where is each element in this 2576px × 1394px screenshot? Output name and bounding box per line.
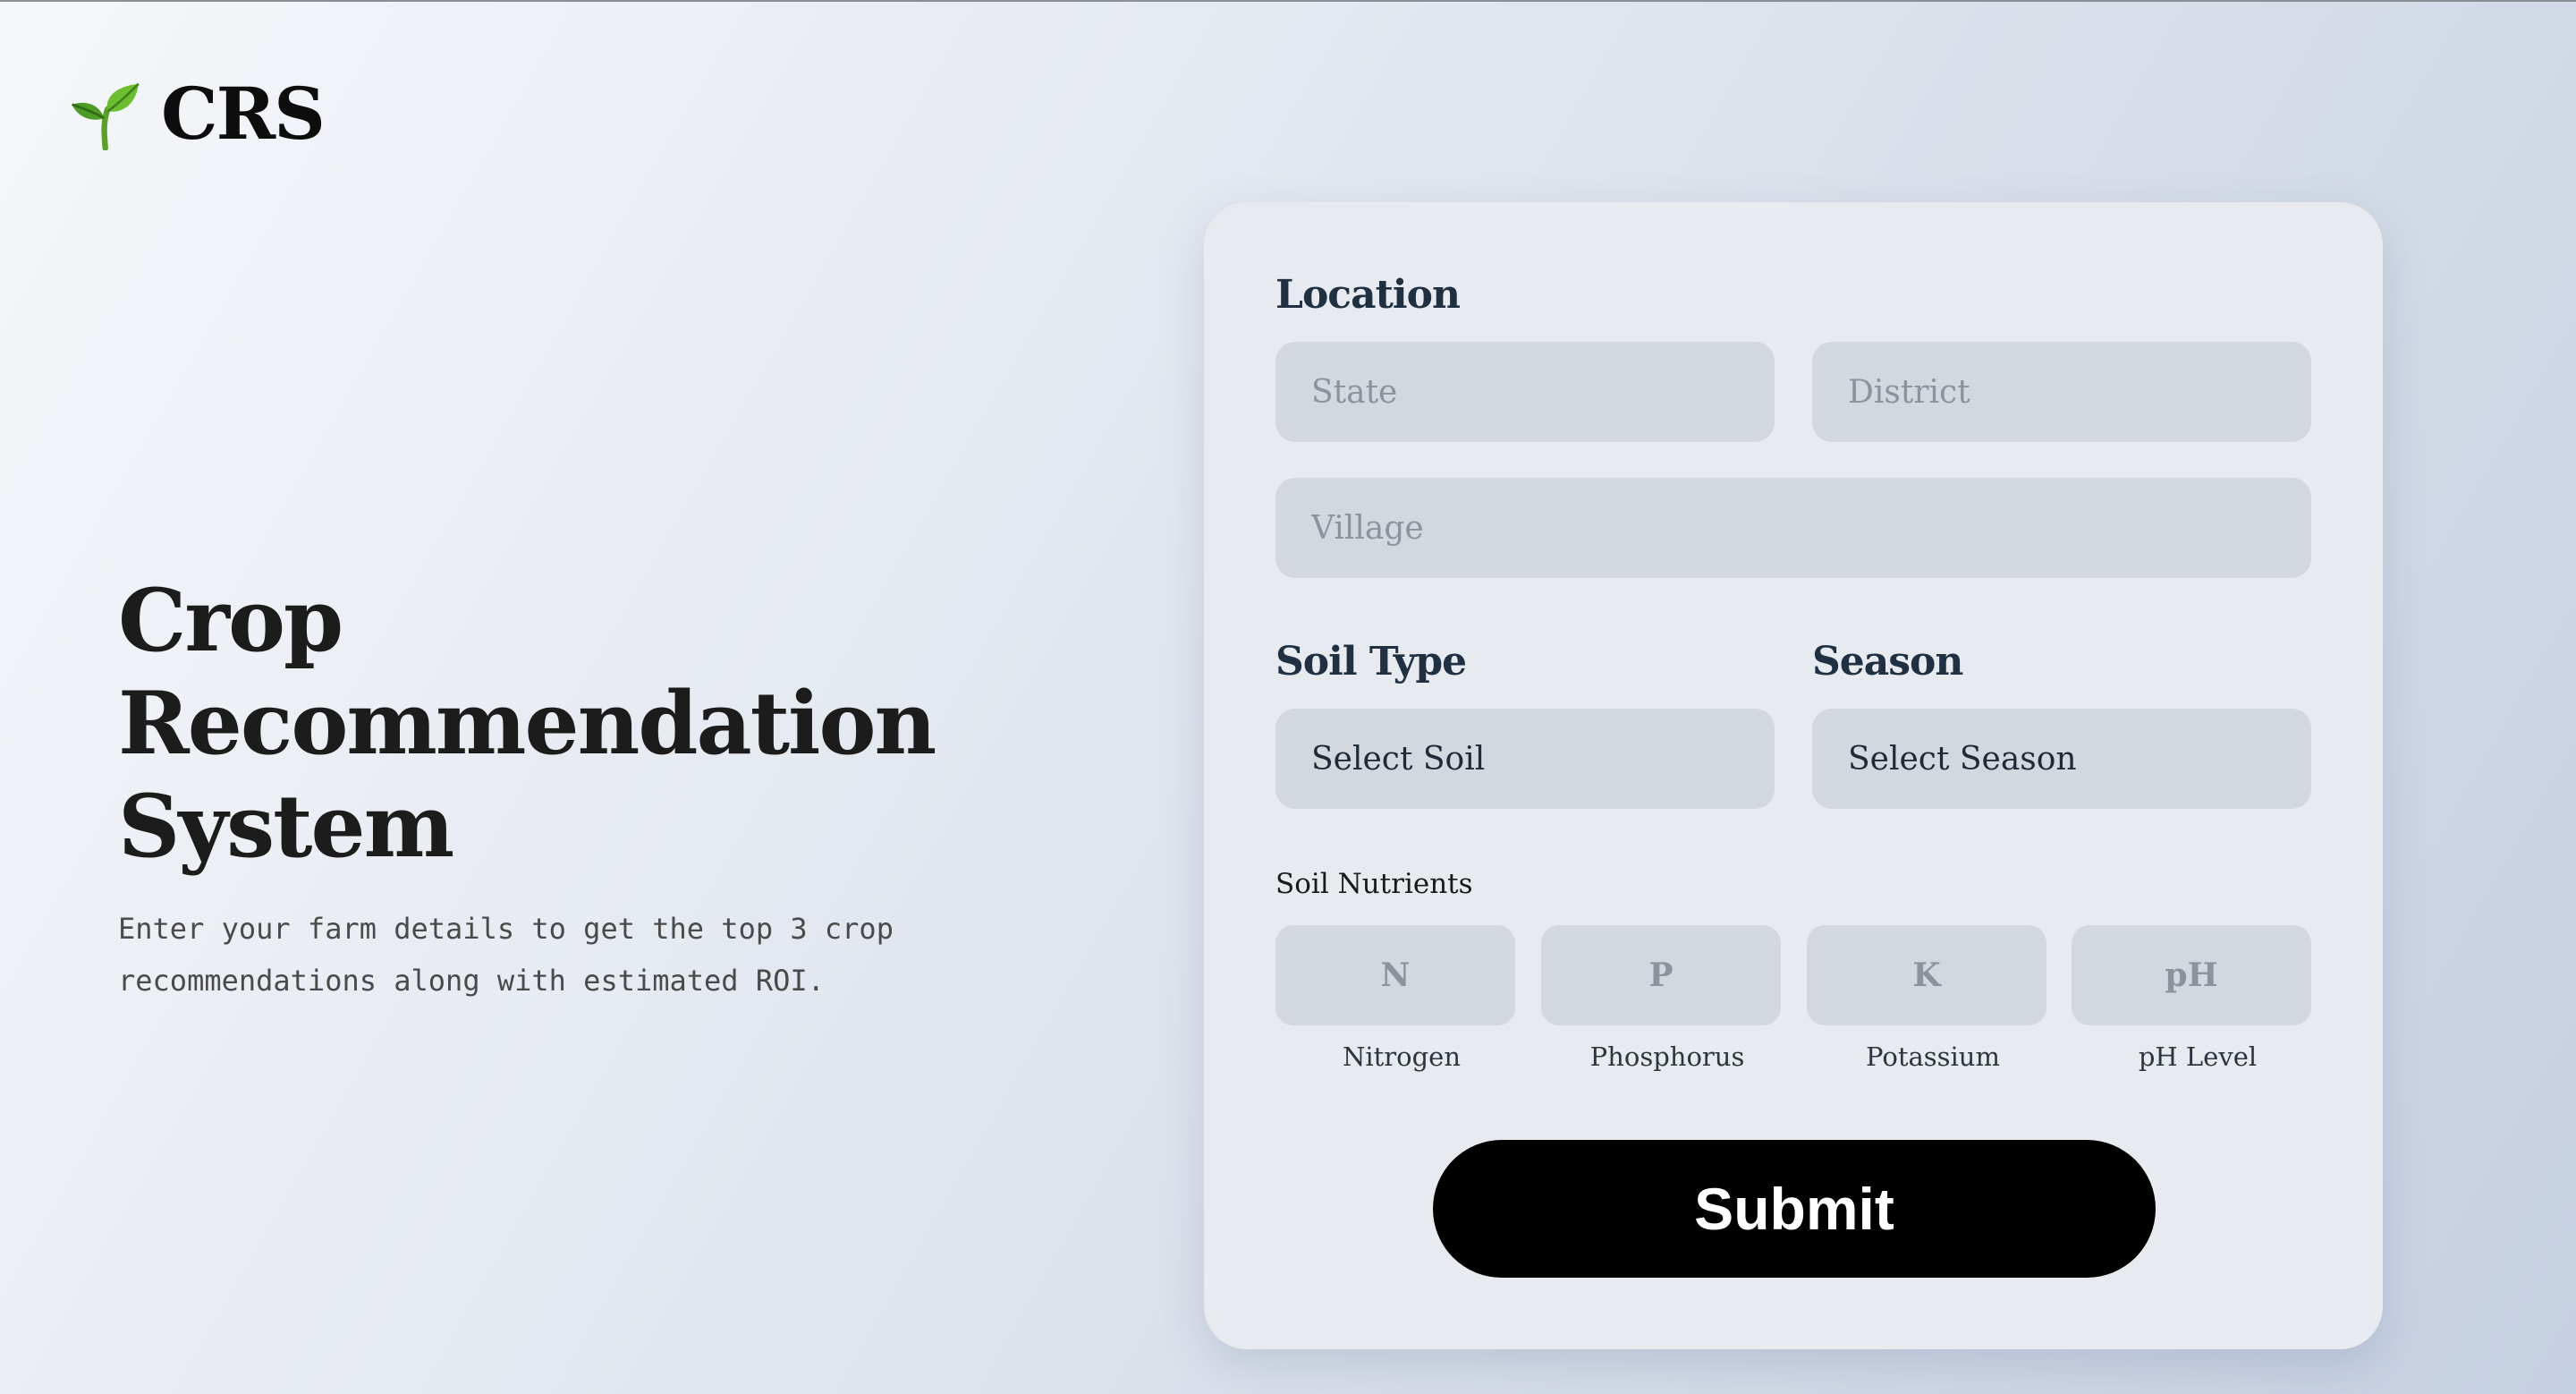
top-border-line [0,0,2576,2]
seedling-icon [72,82,140,150]
soil-type-label: Soil Type [1275,639,1467,684]
brand-logo[interactable]: CRS [70,72,326,156]
farm-details-form: Location Soil Type Season Select Soil Se… [1204,202,2383,1349]
soil-type-select-value: Select Soil [1311,740,1486,778]
nutrient-potassium: K Potassium [1807,925,2046,1072]
state-input[interactable] [1275,342,1775,442]
soil-type-select[interactable]: Select Soil [1275,709,1775,809]
potassium-caption: Potassium [1866,1041,2000,1072]
hero-title-line: Recommendation [118,673,936,774]
hero-title: Crop Recommendation System [118,569,1147,878]
hero-section: Crop Recommendation System Enter your fa… [118,569,1147,1007]
ph-caption: pH Level [2138,1041,2258,1072]
hero-title-line: System [118,776,454,877]
season-label: Season [1812,639,1963,684]
ph-input[interactable]: pH [2072,925,2311,1025]
village-input[interactable] [1275,478,2311,578]
potassium-input[interactable]: K [1807,925,2046,1025]
nutrient-phosphorus: P Phosphorus [1541,925,1781,1072]
phosphorus-caption: Phosphorus [1589,1041,1745,1072]
district-input[interactable] [1812,342,2311,442]
hero-title-line: Crop [118,570,343,671]
nitrogen-input[interactable]: N [1275,925,1515,1025]
hero-description: Enter your farm details to get the top 3… [118,912,894,998]
season-select-value: Select Season [1848,740,2077,778]
nitrogen-caption: Nitrogen [1342,1041,1462,1072]
location-label: Location [1275,272,1461,318]
submit-button[interactable]: Submit [1433,1140,2156,1278]
soil-nutrients-label: Soil Nutrients [1275,868,1473,900]
season-select[interactable]: Select Season [1812,709,2311,809]
nutrient-ph: pH pH Level [2072,925,2311,1072]
phosphorus-input[interactable]: P [1541,925,1781,1025]
brand-name: CRS [161,72,326,156]
nutrient-nitrogen: N Nitrogen [1275,925,1515,1072]
